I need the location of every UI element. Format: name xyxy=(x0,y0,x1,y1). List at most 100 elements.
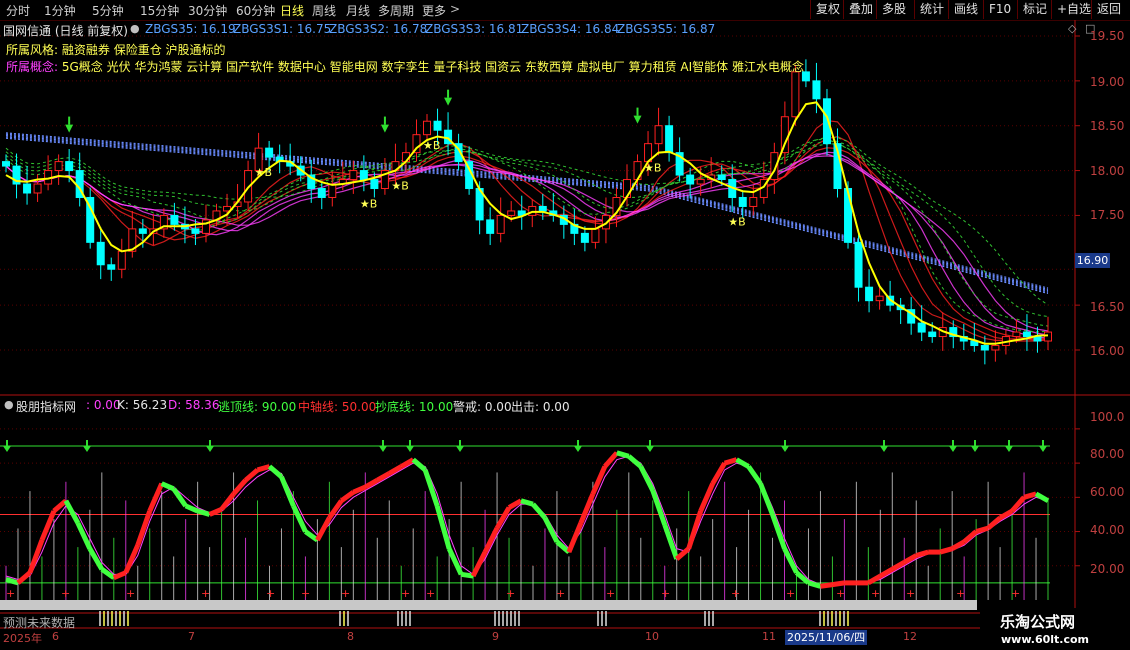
k-rising-segment xyxy=(135,510,153,547)
k-falling-segment xyxy=(171,487,188,508)
candle-down xyxy=(1022,331,1031,338)
k-rising-segment xyxy=(975,525,989,534)
signal-arrow-icon xyxy=(206,446,214,452)
bottom-signal-marker: + xyxy=(906,587,915,600)
k-rising-segment xyxy=(315,516,332,542)
bottom-signal-marker: + xyxy=(266,587,275,600)
candle-down xyxy=(2,161,10,167)
price-tick-label: 16.00 xyxy=(1090,344,1125,358)
bottom-signal-marker: + xyxy=(956,587,965,600)
k-rising-segment xyxy=(832,580,845,588)
candle-up xyxy=(991,345,1000,351)
signal-arrow-icon xyxy=(971,446,979,452)
chart-canvas[interactable]: ★B ★B ★B ★B ★B ★B + + + + + + + + + + + + + + + + + + + + xyxy=(0,0,1130,650)
candle-down xyxy=(191,228,200,234)
candle-down xyxy=(854,241,863,288)
candle-down xyxy=(980,345,989,351)
price-tick-label: 18.00 xyxy=(1090,164,1125,178)
bottom-signal-marker: + xyxy=(556,587,565,600)
k-falling-segment xyxy=(807,580,822,589)
k-rising-segment xyxy=(998,508,1014,521)
indicator-tick-label: 20.00 xyxy=(1090,562,1125,576)
candle-down xyxy=(917,322,926,333)
bottom-signal-marker: + xyxy=(731,587,740,600)
k-rising-segment xyxy=(507,498,523,510)
ma-legend-item: ZBGS3S4: 16.84 xyxy=(521,22,620,36)
candle-down xyxy=(138,228,147,234)
k-falling-segment xyxy=(5,577,19,586)
candle-up xyxy=(1012,331,1021,338)
date-tick-label: 7 xyxy=(188,630,195,643)
indicator-tick-label: 80.00 xyxy=(1090,447,1125,461)
bottom-signal-marker: + xyxy=(786,587,795,600)
buy-signal-label: ★B xyxy=(360,198,377,211)
k-falling-segment xyxy=(422,469,440,507)
k-falling-segment xyxy=(531,502,547,520)
candle-down xyxy=(717,174,726,181)
current-price-tag: 16.90 xyxy=(1075,253,1110,268)
k-falling-segment xyxy=(279,475,296,507)
k-rising-segment xyxy=(915,549,929,558)
candle-up xyxy=(496,214,505,234)
diamond-icon[interactable]: ◇ xyxy=(1068,22,1076,35)
style-value: 融资融券 保险重仓 沪股通标的 xyxy=(61,43,226,57)
sell-arrow-icon xyxy=(380,124,389,133)
k-rising-segment xyxy=(1023,491,1037,500)
indicator-legend-item: 中轴线: 50.00 xyxy=(298,400,377,414)
k-falling-segment xyxy=(735,457,750,469)
candle-up xyxy=(507,210,516,216)
k-falling-segment xyxy=(160,481,175,492)
bottom-signal-marker: + xyxy=(126,587,135,600)
candle-down xyxy=(812,80,821,100)
k-rising-segment xyxy=(364,478,379,490)
candle-up xyxy=(1044,331,1052,342)
stock-title: 国网信通 (日线 前复权) xyxy=(3,24,128,38)
trend-band-line xyxy=(5,147,1049,340)
indicator-settings-icon[interactable]: ● xyxy=(4,398,14,411)
bottom-signal-marker: + xyxy=(606,587,615,600)
k-falling-segment xyxy=(542,516,560,543)
candle-down xyxy=(317,188,326,198)
k-rising-segment xyxy=(686,510,704,550)
candle-down xyxy=(580,232,589,243)
k-falling-segment xyxy=(63,499,81,525)
buy-signal-label: ★B xyxy=(728,215,745,228)
zbgs-band-line xyxy=(5,133,1049,291)
date-tick-label: 2025年 xyxy=(3,632,42,645)
bottom-signal-marker: + xyxy=(871,587,880,600)
k-rising-segment xyxy=(820,582,833,589)
signal-arrow-icon xyxy=(1039,446,1047,452)
candle-down xyxy=(928,331,937,338)
price-tick-label: 16.50 xyxy=(1090,300,1125,314)
signal-arrow-icon xyxy=(646,446,654,452)
indicator-tick-label: 60.00 xyxy=(1090,485,1125,499)
candle-down xyxy=(686,174,695,185)
watermark-url: www.60lt.com xyxy=(1001,633,1090,646)
signal-arrow-icon xyxy=(83,446,91,452)
candle-down xyxy=(822,98,831,145)
k-rising-segment xyxy=(16,570,32,585)
date-tick-label: 6 xyxy=(52,630,59,643)
signal-arrow-icon xyxy=(880,446,888,452)
signal-arrow-icon xyxy=(781,446,789,452)
candle-down xyxy=(265,147,274,158)
k-rising-segment xyxy=(723,457,738,466)
bottom-signal-marker: + xyxy=(201,587,210,600)
sell-arrow-icon xyxy=(444,97,453,106)
candle-down xyxy=(359,170,368,181)
price-tick-label: 18.50 xyxy=(1090,119,1125,133)
signal-arrow-icon xyxy=(949,446,957,452)
ma-legend-item: ZBGS3S3: 16.81 xyxy=(425,22,524,36)
indicator-tick-label: 40.00 xyxy=(1090,523,1125,537)
k-rising-segment xyxy=(879,567,894,579)
sell-arrow-icon xyxy=(65,124,74,133)
candle-up xyxy=(328,183,337,198)
k-rising-segment xyxy=(903,553,918,565)
k-rising-segment xyxy=(388,464,403,476)
k-falling-segment xyxy=(662,523,680,560)
settings-circle-icon[interactable]: ● xyxy=(130,22,140,35)
k-rising-segment xyxy=(891,560,906,572)
indicator-legend-item: 股朋指标网 xyxy=(16,400,77,414)
indicator-tick-label: 100.0 xyxy=(1090,410,1125,424)
candle-down xyxy=(170,214,179,225)
